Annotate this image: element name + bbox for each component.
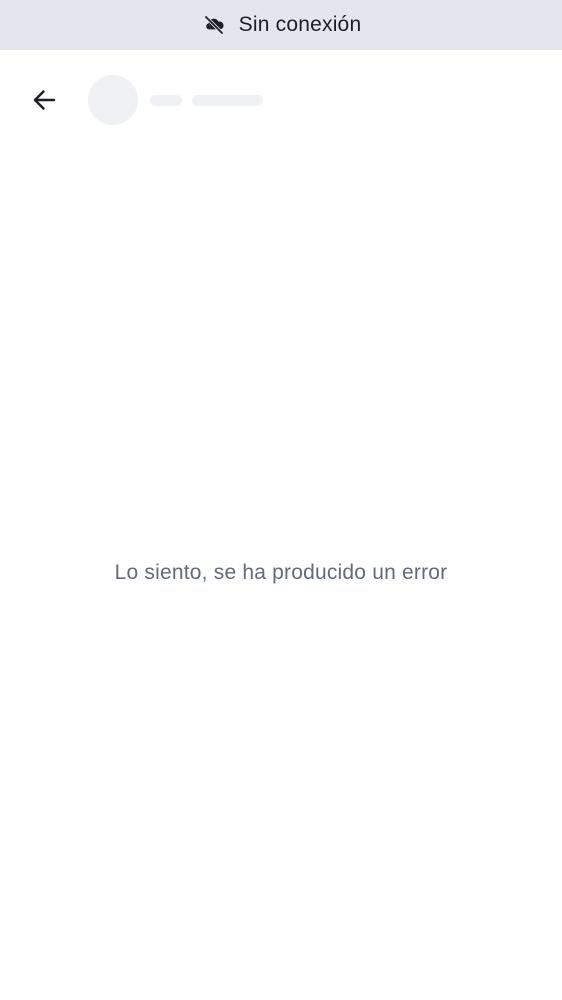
avatar-placeholder	[88, 75, 138, 125]
offline-status-text: Sin conexión	[238, 13, 362, 36]
arrow-left-icon	[33, 90, 56, 110]
conversation-header	[0, 50, 562, 150]
name-placeholder-short	[150, 95, 182, 106]
name-placeholder-long	[192, 95, 263, 106]
back-button[interactable]	[22, 78, 66, 122]
error-message: Lo siento, se ha producido un error	[114, 561, 448, 584]
cloud-off-icon	[201, 12, 227, 38]
offline-banner: Sin conexión	[0, 0, 562, 50]
